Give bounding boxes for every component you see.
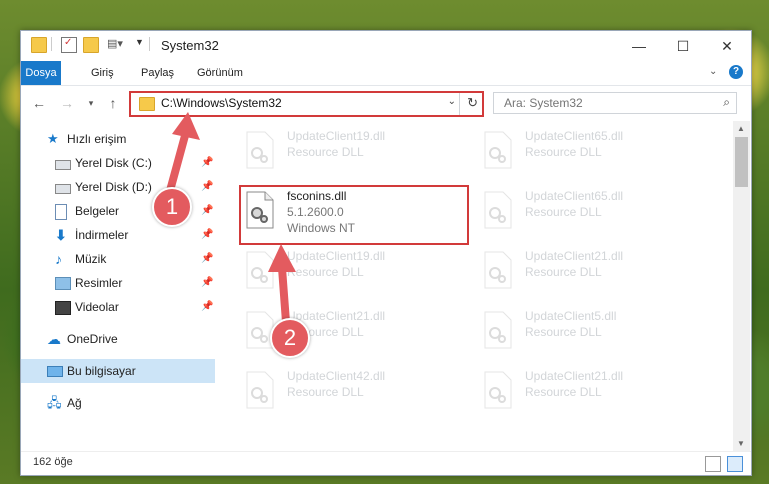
callout-1: 1 [152,187,192,227]
arrow-2-head [268,244,296,272]
callout-2: 2 [270,318,310,358]
arrow-1-head [172,112,200,140]
arrow-2 [278,264,290,326]
annotation-arrows [164,112,296,326]
